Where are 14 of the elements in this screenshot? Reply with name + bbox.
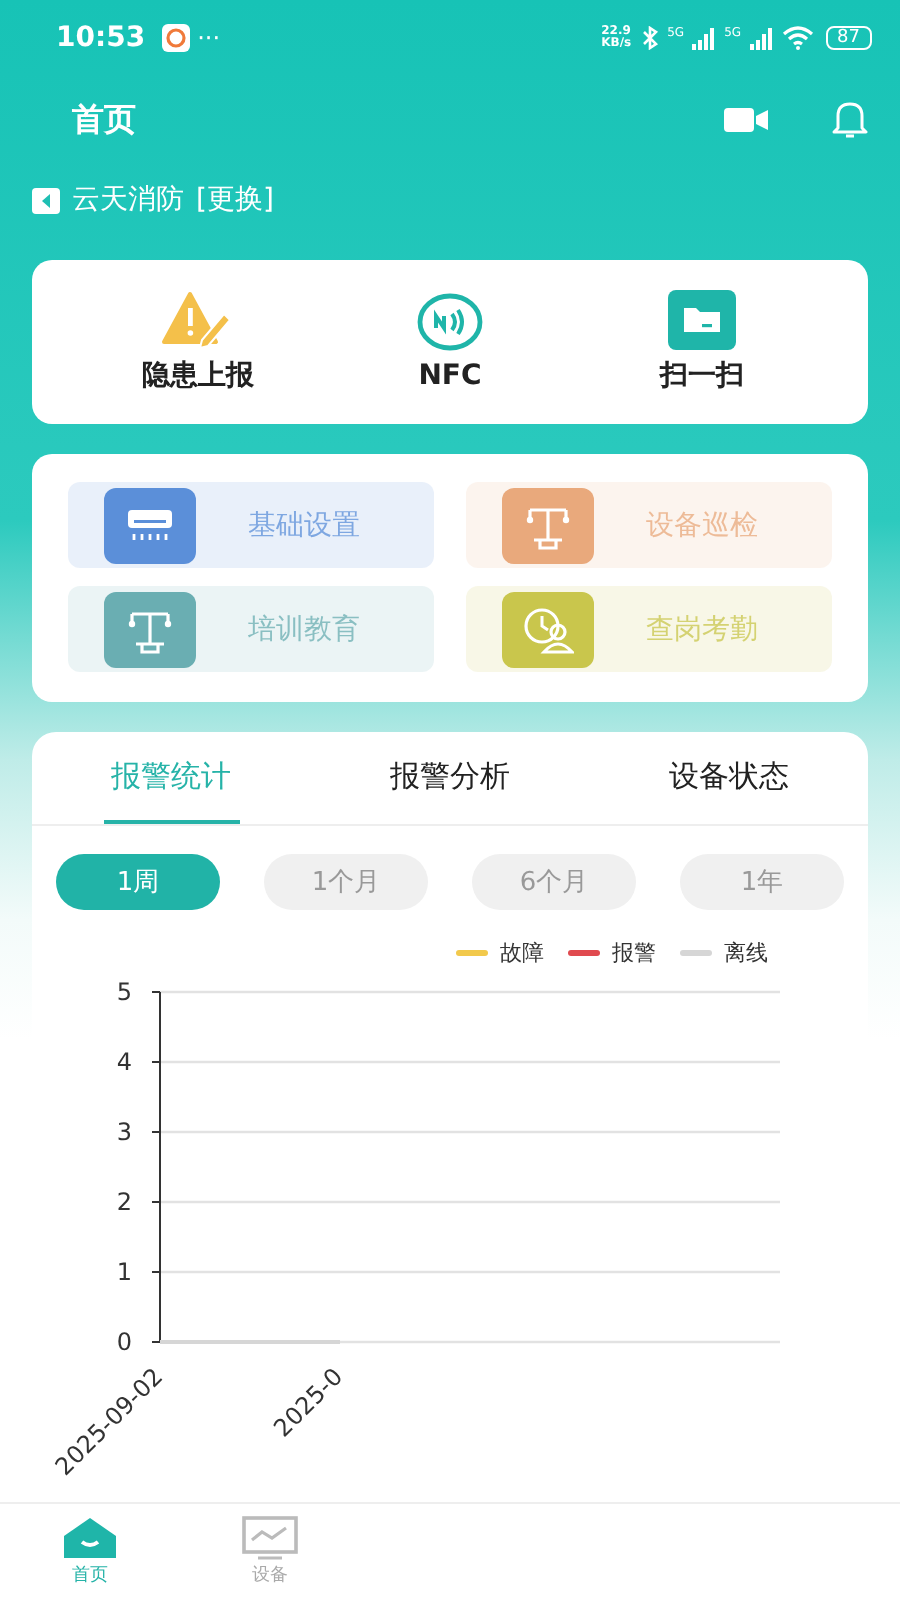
y-tick-label: 4 (116, 1048, 132, 1076)
legend-label: 报警 (612, 938, 656, 968)
page-title: 首页 (72, 99, 136, 141)
y-tick-label: 0 (116, 1328, 132, 1356)
y-tick-label: 5 (116, 978, 132, 1006)
status-more: ··· (197, 24, 221, 52)
y-tick-label: 3 (116, 1118, 132, 1146)
y-tick-label: 1 (116, 1258, 132, 1286)
site-name: 云天消防 (72, 182, 184, 218)
status-time: 10:53 (56, 22, 146, 54)
y-tick-label: 2 (116, 1188, 132, 1216)
legend-label: 故障 (500, 938, 544, 968)
legend-label: 离线 (724, 938, 768, 968)
battery-level: 87 (825, 26, 872, 50)
